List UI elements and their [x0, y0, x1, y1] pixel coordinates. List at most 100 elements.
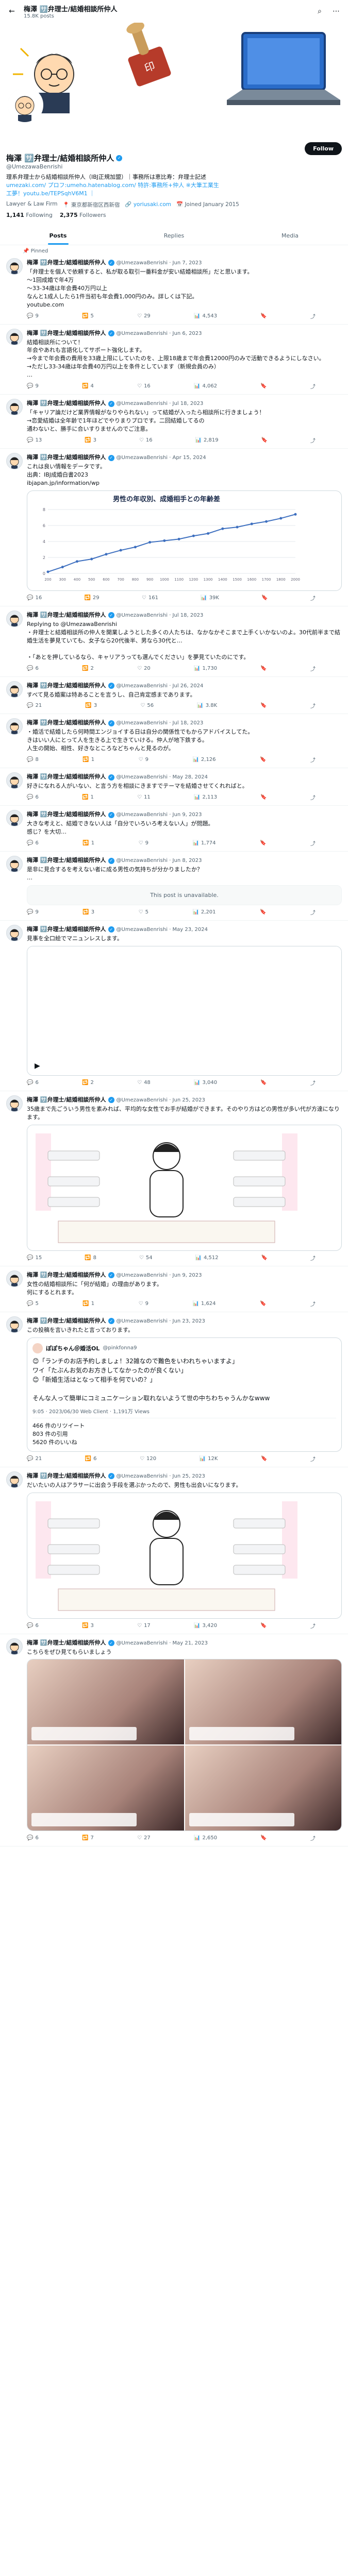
tweet-avatar[interactable] [6, 1270, 23, 1287]
bookmark-icon[interactable]: 🔖 [260, 1834, 267, 1842]
tweet-avatar[interactable] [6, 1471, 23, 1488]
tweet-5[interactable]: 梅澤 🈂️弁理士/結婚相談所仲人 ✓ @UmezawaBenrishi · Jul … [0, 677, 348, 715]
tweet-14[interactable]: 梅澤 🈂️弁理士/結婚相談所仲人 ✓ @UmezawaBenrishi · Jun … [0, 1467, 348, 1634]
views-action[interactable]: 📊 4,543 [194, 312, 217, 320]
like-action[interactable]: ♡ 161 [142, 594, 158, 602]
bookmark-icon[interactable]: 🔖 [260, 312, 267, 320]
retweet-action[interactable]: 🔁 5 [82, 312, 94, 320]
tweet-image[interactable] [27, 1124, 342, 1251]
share-icon[interactable]: ⤴ [310, 793, 316, 801]
tweet-photos[interactable] [27, 1659, 342, 1832]
reply-action[interactable]: 💬 21 [27, 1455, 42, 1463]
tweet-handle-date[interactable]: @UmezawaBenrishi · Apr 15, 2024 [117, 455, 206, 461]
tweet-handle-date[interactable]: @UmezawaBenrishi · Jun 23, 2023 [117, 1318, 205, 1324]
photo-tile[interactable] [27, 1659, 184, 1745]
tweet-avatar[interactable] [6, 328, 23, 345]
tweet-handle-date[interactable]: @UmezawaBenrishi · Jun 25, 2023 [117, 1473, 205, 1479]
bookmark-icon[interactable]: 🔖 [260, 1622, 267, 1630]
retweet-action[interactable]: 🔁 3 [82, 1622, 94, 1630]
tweet-handle-date[interactable]: @UmezawaBenrishi · May 23, 2024 [117, 927, 208, 933]
views-action[interactable]: 📊 4,512 [195, 1254, 219, 1262]
like-action[interactable]: ♡ 56 [140, 702, 154, 709]
retweet-action[interactable]: 🔁 3 [85, 702, 97, 709]
tweet-avatar[interactable] [6, 399, 23, 416]
bookmark-icon[interactable]: 🔖 [260, 1079, 267, 1087]
tweet-avatar[interactable] [6, 856, 23, 873]
share-icon[interactable]: ⤴ [310, 665, 316, 672]
like-action[interactable]: ♡ 54 [139, 1254, 153, 1262]
like-action[interactable]: ♡ 9 [139, 839, 148, 847]
tweet-avatar[interactable] [6, 1095, 23, 1112]
reply-action[interactable]: 💬 15 [27, 1254, 42, 1262]
video-player[interactable]: ▶ [27, 946, 341, 1075]
tweet-7[interactable]: 梅澤 🈂️弁理士/結婚相談所仲人 ✓ @UmezawaBenrishi · May … [0, 768, 348, 806]
tweet-avatar[interactable] [6, 1638, 23, 1655]
bookmark-icon[interactable]: 🔖 [261, 436, 268, 444]
retweet-action[interactable]: 🔁 1 [82, 793, 94, 801]
bookmark-icon[interactable]: 🔖 [260, 382, 267, 390]
share-icon[interactable]: ⤴ [310, 839, 316, 847]
tweet-avatar[interactable] [6, 681, 23, 698]
tab-media[interactable]: Media [232, 227, 348, 245]
tab-replies[interactable]: Replies [116, 227, 232, 245]
views-action[interactable]: 📊 2,113 [194, 793, 217, 801]
like-action[interactable]: ♡ 9 [139, 756, 148, 764]
tweet-handle-date[interactable]: @UmezawaBenrishi · Jul 18, 2023 [117, 720, 204, 726]
reply-action[interactable]: 💬 5 [27, 1300, 39, 1308]
bookmark-icon[interactable]: 🔖 [260, 793, 267, 801]
quote-author-name[interactable]: ぽぽちゃん＠婚活OL [46, 1344, 100, 1352]
reply-action[interactable]: 💬 6 [27, 665, 39, 672]
like-action[interactable]: ♡ 16 [137, 382, 151, 390]
tweet-handle-date[interactable]: @UmezawaBenrishi · Jun 9, 2023 [117, 1273, 202, 1278]
photo-tile[interactable] [27, 1745, 184, 1831]
share-icon[interactable]: ⤴ [310, 594, 316, 602]
tweet-2[interactable]: 梅澤 🈂️弁理士/結婚相談所仲人 ✓ @UmezawaBenrishi · Jul … [0, 395, 348, 449]
tweet-author-name[interactable]: 梅澤 🈂️弁理士/結婚相談所仲人 [27, 1095, 106, 1104]
views-action[interactable]: 📊 4,062 [194, 382, 217, 390]
tweet-author-name[interactable]: 梅澤 🈂️弁理士/結婚相談所仲人 [27, 772, 106, 781]
profile-avatar[interactable] [6, 87, 43, 124]
reply-action[interactable]: 💬 9 [27, 312, 39, 320]
share-icon[interactable]: ⤴ [310, 1455, 316, 1463]
share-icon[interactable]: ⤴ [310, 908, 316, 916]
quoted-tweet[interactable]: ぽぽちゃん＠婚活OL @pinkfonna9 😊「ランチのお店予約しましょ！32雑な… [27, 1337, 342, 1452]
tweet-author-name[interactable]: 梅澤 🈂️弁理士/結婚相談所仲人 [27, 856, 106, 864]
tweet-image[interactable] [27, 1492, 342, 1619]
retweet-action[interactable]: 🔁 3 [82, 908, 94, 916]
tweet-1[interactable]: 梅澤 🈂️弁理士/結婚相談所仲人 ✓ @UmezawaBenrishi · Jun … [0, 325, 348, 395]
tweet-chart-image[interactable]: 男性の年収別、成婚相手との年齢差 0 2 4 6 8 200 300 400 500 600 700 8… [27, 490, 342, 591]
photo-grid[interactable] [27, 1659, 341, 1831]
like-action[interactable]: ♡ 9 [139, 1300, 148, 1308]
views-action[interactable]: 📊 39K [201, 594, 219, 602]
reply-action[interactable]: 💬 6 [27, 839, 39, 847]
tweet-author-name[interactable]: 梅澤 🈂️弁理士/結婚相談所仲人 [27, 1638, 106, 1647]
views-action[interactable]: 📊 3,040 [194, 1079, 217, 1087]
tweet-author-name[interactable]: 梅澤 🈂️弁理士/結婚相談所仲人 [27, 329, 106, 337]
photo-tile[interactable] [185, 1745, 341, 1831]
retweet-action[interactable]: 🔁 29 [84, 594, 99, 602]
tweet-avatar[interactable] [6, 1316, 23, 1333]
tweet-3[interactable]: 梅澤 🈂️弁理士/結婚相談所仲人 ✓ @UmezawaBenrishi · Apr … [0, 449, 348, 606]
reply-action[interactable]: 💬 13 [27, 436, 42, 444]
views-action[interactable]: 📊 1,774 [192, 839, 216, 847]
share-icon[interactable]: ⤴ [310, 436, 316, 444]
tweet-handle-date[interactable]: @UmezawaBenrishi · Jul 26, 2024 [117, 683, 204, 689]
like-action[interactable]: ♡ 120 [140, 1455, 156, 1463]
share-icon[interactable]: ⤴ [310, 1079, 316, 1087]
website-link[interactable]: 🔗 yoriusaki.com [125, 201, 171, 209]
tweet-handle-date[interactable]: @UmezawaBenrishi · Jun 7, 2023 [117, 260, 202, 266]
views-action[interactable]: 📊 2,201 [192, 908, 216, 916]
retweet-action[interactable]: 🔁 6 [85, 1455, 97, 1463]
bookmark-icon[interactable]: 🔖 [260, 839, 266, 847]
like-action[interactable]: ♡ 29 [137, 312, 151, 320]
tweet-avatar[interactable] [6, 610, 23, 627]
tweet-10[interactable]: 梅澤 🈂️弁理士/結婚相談所仲人 ✓ @UmezawaBenrishi · May … [0, 921, 348, 1091]
following-link[interactable]: 1,141 Following [6, 212, 53, 218]
tweet-author-name[interactable]: 梅澤 🈂️弁理士/結婚相談所仲人 [27, 453, 106, 461]
reply-action[interactable]: 💬 9 [27, 382, 39, 390]
tweet-13[interactable]: 梅澤 🈂️弁理士/結婚相談所仲人 ✓ @UmezawaBenrishi · Jun … [0, 1312, 348, 1467]
followers-link[interactable]: 2,375 Followers [60, 212, 106, 218]
bookmark-icon[interactable]: 🔖 [261, 1254, 268, 1262]
reply-action[interactable]: 💬 6 [27, 1622, 39, 1630]
bookmark-icon[interactable]: 🔖 [260, 665, 267, 672]
